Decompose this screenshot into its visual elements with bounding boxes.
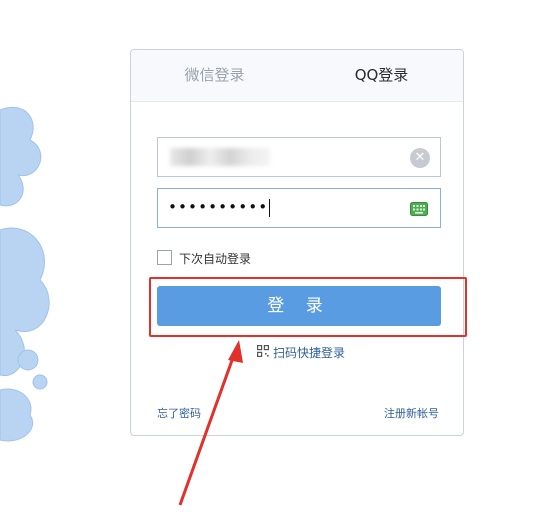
tab-bar: 微信登录 QQ登录 (131, 50, 463, 102)
register-link[interactable]: 注册新帐号 (384, 405, 439, 421)
forgot-password-link[interactable]: 忘了密码 (157, 405, 201, 421)
clear-icon[interactable]: ✕ (410, 148, 430, 168)
decorative-illustration (0, 106, 50, 442)
tab-wechat-login[interactable]: 微信登录 (131, 50, 298, 101)
tab-qq-login[interactable]: QQ登录 (298, 50, 465, 101)
qr-code-icon (257, 345, 269, 357)
remember-label: 下次自动登录 (179, 252, 252, 266)
password-field[interactable]: •••••••••• (157, 188, 441, 228)
annotation-highlight-box (149, 277, 467, 337)
remember-checkbox[interactable] (157, 250, 172, 265)
username-field[interactable]: ✕ (157, 137, 441, 177)
login-panel: 微信登录 QQ登录 ✕ •••••••••• 下次自动登录 登 录 扫码快捷登录… (130, 49, 464, 436)
username-value-blurred (170, 148, 270, 166)
qr-login-label: 扫码快捷登录 (273, 346, 346, 360)
keyboard-icon[interactable] (410, 202, 428, 216)
text-caret (269, 198, 271, 217)
password-value: •••••••••• (168, 198, 271, 217)
